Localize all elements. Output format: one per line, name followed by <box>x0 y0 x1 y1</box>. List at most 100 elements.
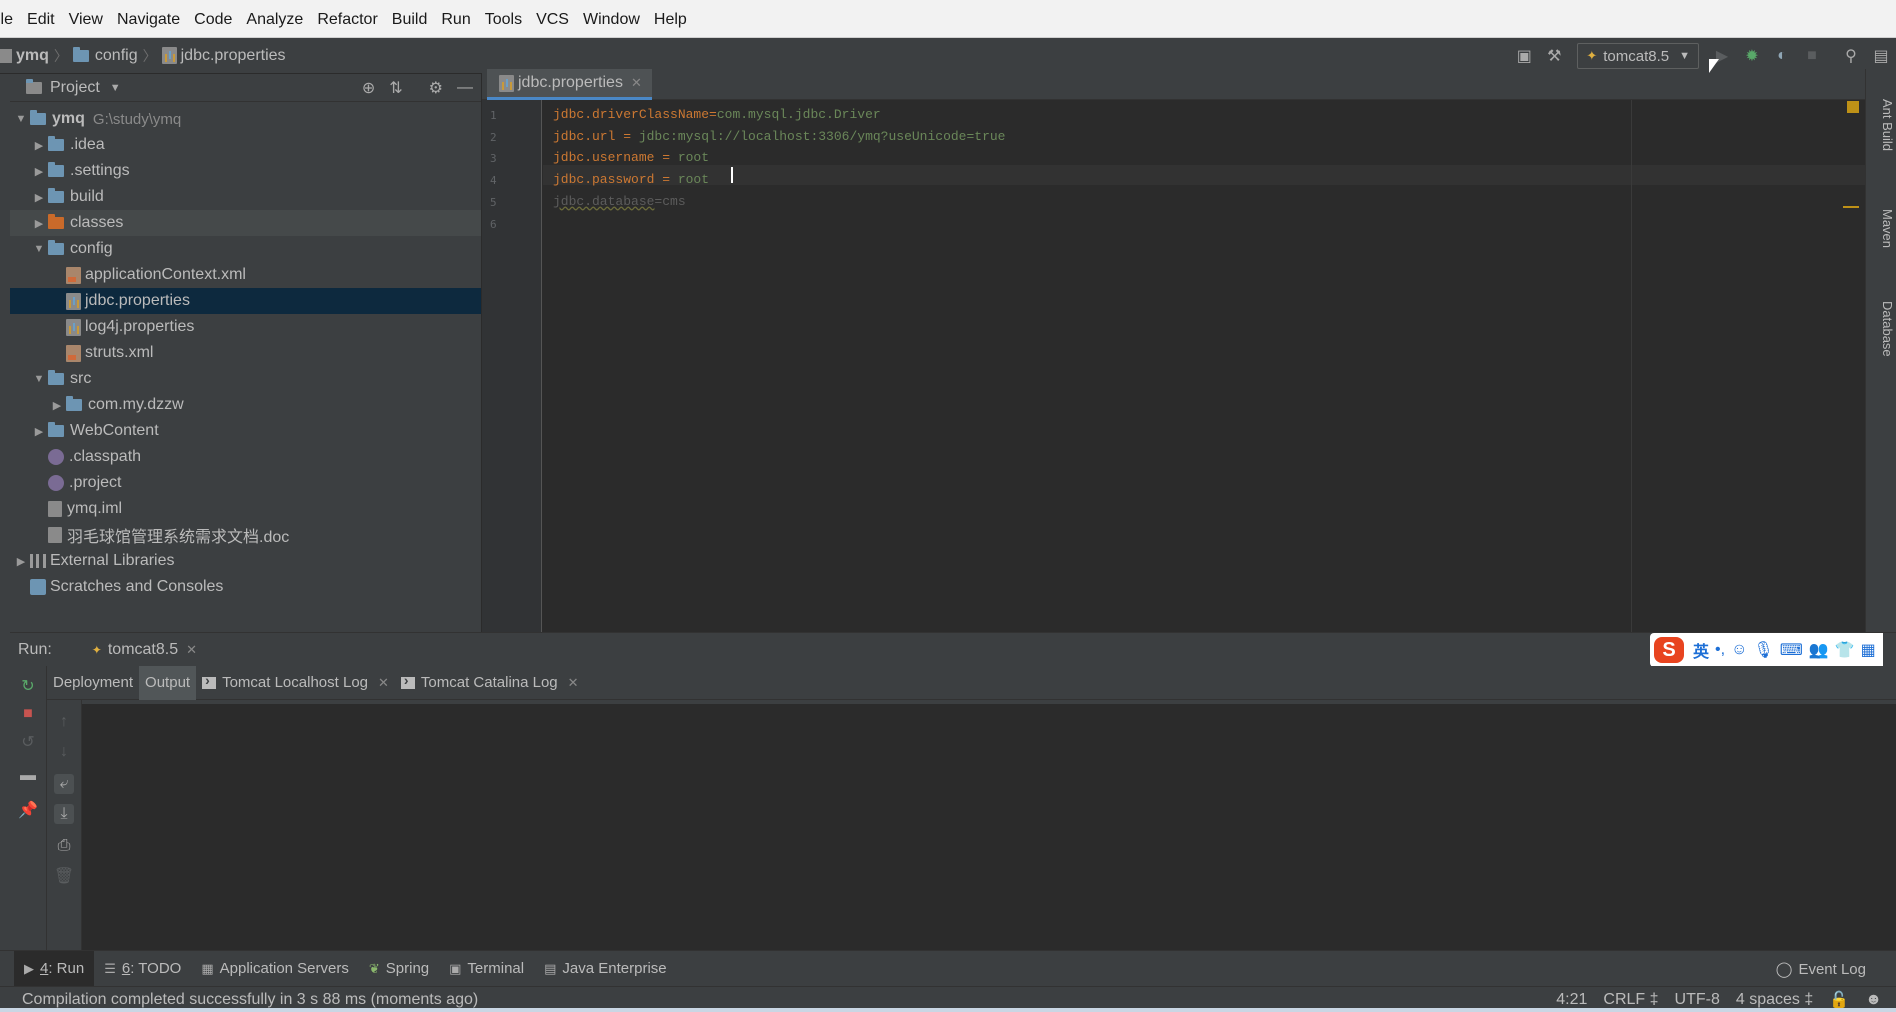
menu-vcs[interactable]: VCS <box>536 9 569 29</box>
emoji-icon[interactable]: ☺ <box>1731 641 1747 659</box>
code-line[interactable]: jdbc.url = jdbc:mysql://localhost:3306/y… <box>553 129 1006 144</box>
tree-item[interactable]: Scratches and Consoles <box>10 574 481 600</box>
tool-java-enterprise[interactable]: ▤ Java Enterprise <box>534 951 677 987</box>
event-log-button[interactable]: ◯ Event Log <box>1776 951 1866 987</box>
project-structure-icon[interactable]: ▤ <box>1869 44 1893 68</box>
build-hammer-icon[interactable]: ⚒ <box>1542 44 1566 68</box>
gear-icon[interactable]: ⚙ <box>429 78 443 98</box>
menu-navigate[interactable]: Navigate <box>117 9 180 29</box>
layout-icon[interactable]: ▬ <box>18 766 38 786</box>
menu-refactor[interactable]: Refactor <box>317 9 377 29</box>
run-configuration-dropdown[interactable]: ✦ tomcat8.5 ▼ <box>1577 43 1699 69</box>
tool-application-servers[interactable]: ▦ Application Servers <box>191 951 359 987</box>
tree-item[interactable]: ▼ config <box>10 236 481 262</box>
caret-position[interactable]: 4:21 <box>1556 991 1587 1009</box>
tool-spring[interactable]: ❦ Spring <box>359 951 439 987</box>
console-output[interactable] <box>82 700 1896 950</box>
collapse-all-icon[interactable]: ⇅ <box>389 78 402 98</box>
code-line[interactable]: jdbc.password = root <box>553 172 709 187</box>
tree-item[interactable]: jdbc.properties <box>10 288 481 314</box>
breadcrumb-folder[interactable]: config <box>95 47 138 65</box>
tool-run[interactable]: ▶ 4 : Run <box>14 950 95 987</box>
tree-item[interactable]: ▶ classes <box>10 210 481 236</box>
print-icon[interactable]: ⎙ <box>54 836 74 856</box>
locate-file-icon[interactable]: ⊕ <box>362 78 375 98</box>
scrollbar-marker[interactable] <box>1843 206 1859 208</box>
indent-setting[interactable]: 4 spaces ‡ <box>1736 991 1813 1009</box>
chevron-right-icon[interactable]: ▶ <box>30 191 48 204</box>
tree-item[interactable]: ▼ ymq G:\study\ymq <box>10 106 481 132</box>
tree-item[interactable]: ymq.iml <box>10 496 481 522</box>
chevron-down-icon[interactable]: ▼ <box>30 243 48 255</box>
tree-item[interactable]: ▶ WebContent <box>10 418 481 444</box>
pin-icon[interactable]: 📌 <box>18 800 38 820</box>
tree-item[interactable]: struts.xml <box>10 340 481 366</box>
menu-help[interactable]: Help <box>654 9 687 29</box>
keyboard-icon[interactable]: ⌨ <box>1780 640 1803 660</box>
tree-item[interactable]: 羽毛球馆管理系统需求文档.doc <box>10 522 481 548</box>
run-tab-tomcat[interactable]: ✦ tomcat8.5 ✕ <box>92 641 197 659</box>
terminal-toggle-icon[interactable]: ▣ <box>1512 44 1536 68</box>
chevron-right-icon[interactable]: ▶ <box>30 217 48 230</box>
tree-item[interactable]: ▶ .idea <box>10 132 481 158</box>
chevron-right-icon[interactable]: ▶ <box>48 399 66 412</box>
code-line[interactable]: jdbc.username = root <box>553 150 709 165</box>
skin-shirt-icon[interactable]: 👕 <box>1835 640 1855 660</box>
close-icon[interactable]: ✕ <box>631 75 642 91</box>
maven-tool-button[interactable]: Maven <box>1880 209 1895 248</box>
run-with-coverage-icon[interactable]: ◐ <box>1770 44 1794 68</box>
scroll-to-end-icon[interactable]: ⤓ <box>54 804 74 824</box>
menu-build[interactable]: Build <box>392 9 428 29</box>
file-encoding[interactable]: UTF-8 <box>1675 991 1720 1009</box>
tree-item[interactable]: .classpath <box>10 444 481 470</box>
lock-icon[interactable]: 🔓 <box>1829 990 1849 1010</box>
breadcrumb-file[interactable]: jdbc.properties <box>181 47 286 65</box>
chevron-right-icon[interactable]: ▶ <box>30 139 48 152</box>
code-line[interactable]: jdbc.database=cms <box>553 194 686 209</box>
close-icon[interactable]: ✕ <box>378 675 389 691</box>
chevron-right-icon[interactable]: ▶ <box>12 555 30 568</box>
chevron-down-icon[interactable]: ▼ <box>30 373 48 385</box>
tab-tomcat-localhost-log[interactable]: Tomcat Localhost Log ✕ <box>196 666 395 700</box>
code-line[interactable]: jdbc.driverClassName=com.mysql.jdbc.Driv… <box>553 107 881 122</box>
tree-item[interactable]: ▶ com.my.dzzw <box>10 392 481 418</box>
chevron-right-icon[interactable]: ▶ <box>30 165 48 178</box>
chevron-down-icon[interactable]: ▼ <box>110 82 121 94</box>
update-icon[interactable]: ↺ <box>18 732 38 752</box>
microphone-icon[interactable]: 🎙 <box>1753 640 1773 660</box>
ant-build-tool-button[interactable]: Ant Build <box>1880 99 1895 151</box>
tree-item[interactable]: .project <box>10 470 481 496</box>
tree-item[interactable]: ▶ build <box>10 184 481 210</box>
debug-bug-icon[interactable]: ✹ <box>1740 44 1764 68</box>
code-editor[interactable]: jdbc.driverClassName=com.mysql.jdbc.Driv… <box>543 100 1865 632</box>
tree-item[interactable]: ▼ src <box>10 366 481 392</box>
arrow-down-icon[interactable]: ↓ <box>54 742 74 762</box>
search-icon[interactable]: ⚲ <box>1839 44 1863 68</box>
soft-wrap-icon[interactable]: ⤶ <box>54 774 74 794</box>
inspector-icon[interactable]: ☻ <box>1865 991 1882 1009</box>
breadcrumb-project[interactable]: ymq <box>16 47 49 65</box>
stop-icon[interactable]: ■ <box>1800 44 1824 68</box>
status-message[interactable]: Compilation completed successfully in 3 … <box>22 991 478 1009</box>
hide-panel-icon[interactable]: — <box>457 79 473 97</box>
line-separator[interactable]: CRLF ‡ <box>1603 991 1658 1009</box>
menu-code[interactable]: Code <box>194 9 232 29</box>
menu-run[interactable]: Run <box>441 9 470 29</box>
menu-edit[interactable]: Edit <box>27 9 55 29</box>
project-view-title[interactable]: Project <box>50 79 100 97</box>
arrow-up-icon[interactable]: ↑ <box>54 712 74 732</box>
menu-tools[interactable]: Tools <box>485 9 522 29</box>
menu-window[interactable]: Window <box>583 9 640 29</box>
tab-deployment[interactable]: Deployment <box>47 666 139 700</box>
tab-output[interactable]: Output <box>139 665 197 700</box>
punctuation-icon[interactable]: •, <box>1715 641 1725 659</box>
menu-file[interactable]: ile <box>0 9 13 29</box>
tool-terminal[interactable]: ▣ Terminal <box>439 951 534 987</box>
chevron-right-icon[interactable]: ▶ <box>30 425 48 438</box>
warning-marker[interactable] <box>1847 101 1859 113</box>
database-tool-button[interactable]: Database <box>1880 301 1895 357</box>
close-icon[interactable]: ✕ <box>186 642 197 658</box>
user-icon[interactable]: 👥 <box>1809 640 1829 660</box>
tool-todo[interactable]: ☰ 6 : TODO <box>94 951 191 987</box>
stop-icon[interactable]: ■ <box>18 704 38 724</box>
